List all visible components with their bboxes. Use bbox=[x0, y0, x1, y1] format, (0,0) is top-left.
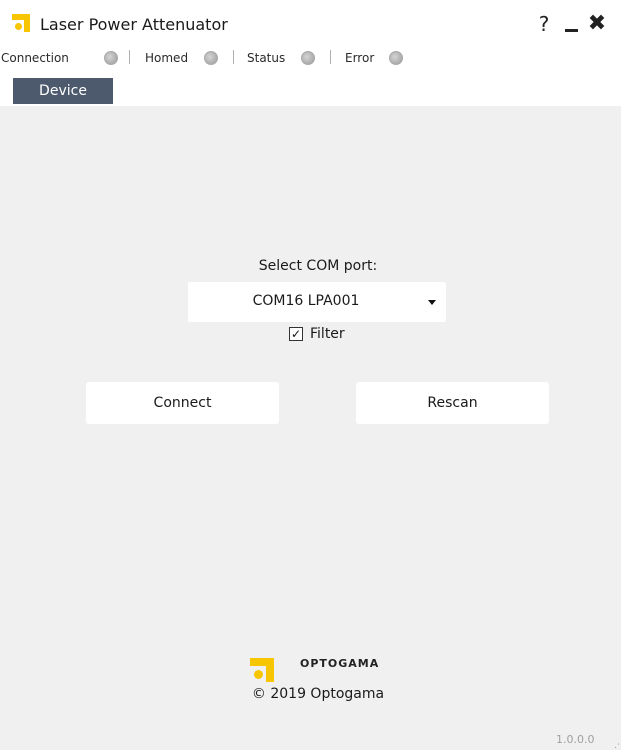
status-led-icon bbox=[301, 51, 315, 65]
com-port-value: COM16 LPA001 bbox=[252, 293, 360, 309]
status-divider bbox=[233, 50, 234, 64]
com-port-dropdown[interactable]: COM16 LPA001 bbox=[188, 282, 446, 322]
copyright-text: © 2019 Optogama bbox=[251, 686, 385, 702]
com-port-label: Select COM port: bbox=[258, 258, 378, 274]
window-title: Laser Power Attenuator bbox=[40, 15, 228, 34]
tab-bar: Device bbox=[0, 72, 621, 106]
connection-led-icon bbox=[104, 51, 118, 65]
rescan-button[interactable]: Rescan bbox=[356, 382, 549, 424]
connection-label: Connection bbox=[1, 51, 69, 65]
brand-name: OPTOGAMA bbox=[300, 657, 380, 670]
homed-label: Homed bbox=[145, 51, 189, 65]
filter-label: Filter bbox=[310, 326, 345, 342]
tab-device[interactable]: Device bbox=[13, 78, 113, 104]
status-divider bbox=[129, 50, 130, 64]
title-bar: Laser Power Attenuator ? ✖ bbox=[0, 0, 621, 46]
version-label: 1.0.0.0 bbox=[556, 733, 595, 746]
status-label: Status bbox=[247, 51, 286, 65]
optogama-logo-icon bbox=[250, 658, 274, 682]
minimize-button[interactable] bbox=[561, 10, 581, 38]
connect-button[interactable]: Connect bbox=[86, 382, 279, 424]
error-label: Error bbox=[345, 51, 375, 65]
app-logo-icon bbox=[12, 14, 30, 32]
minimize-icon bbox=[565, 29, 578, 32]
device-panel bbox=[0, 106, 621, 750]
status-divider bbox=[330, 50, 331, 64]
error-led-icon bbox=[389, 51, 403, 65]
resize-grip-icon[interactable]: ⋰ bbox=[614, 740, 621, 750]
help-button[interactable]: ? bbox=[534, 10, 554, 38]
close-button[interactable]: ✖ bbox=[585, 10, 609, 38]
checkbox-check-icon[interactable]: ✓ bbox=[289, 327, 303, 341]
chevron-down-icon bbox=[428, 300, 436, 305]
homed-led-icon bbox=[204, 51, 218, 65]
